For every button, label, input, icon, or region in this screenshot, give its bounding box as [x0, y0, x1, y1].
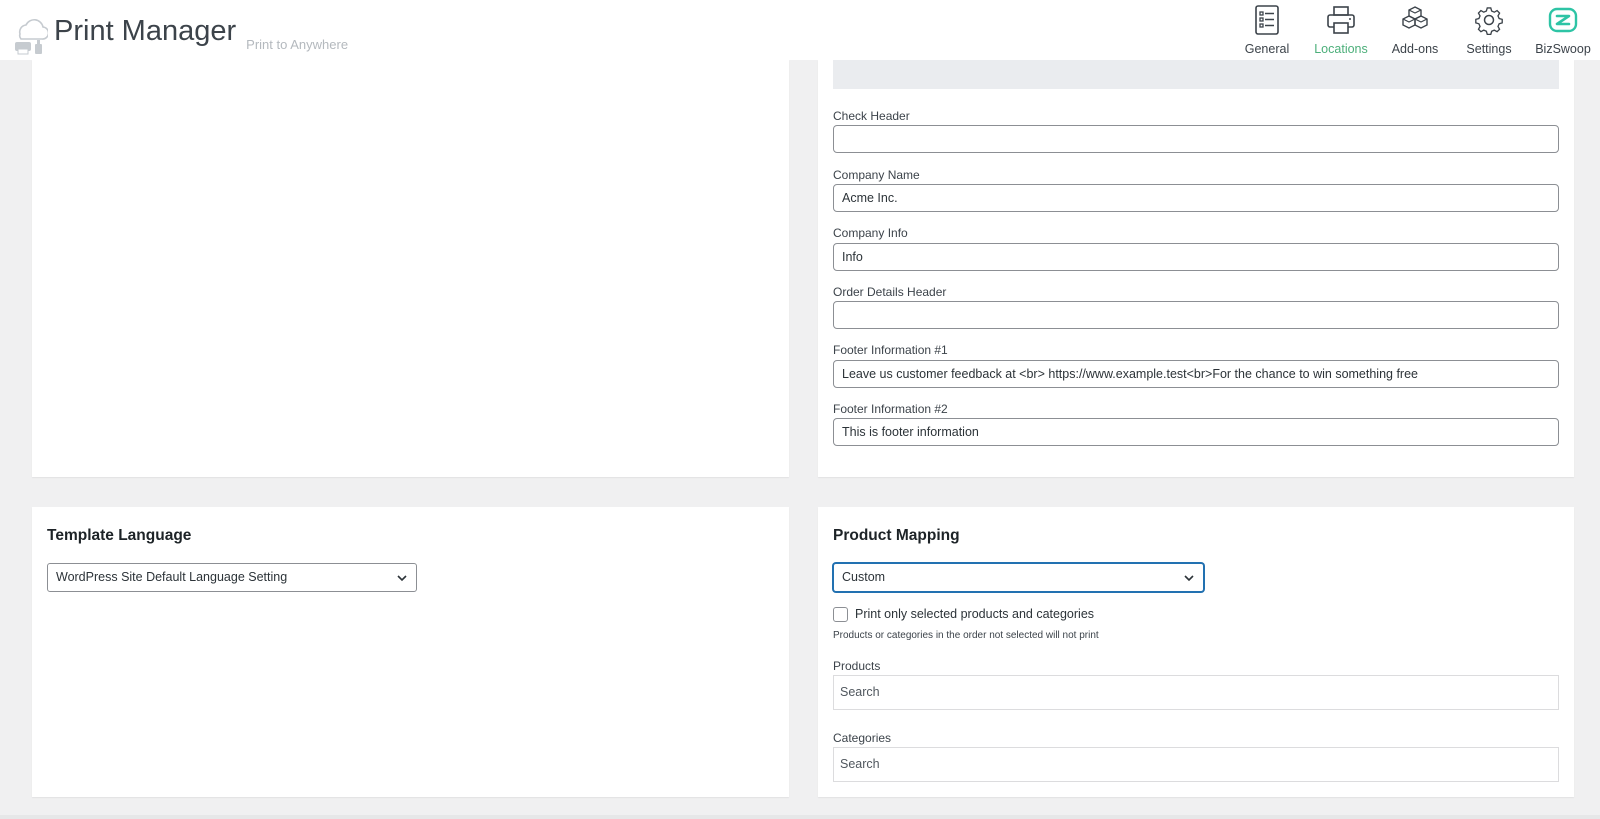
nav-general[interactable]: General [1230, 0, 1304, 60]
app-subtitle: Print to Anywhere [246, 37, 349, 52]
bottom-divider [0, 815, 1600, 819]
nav-add-ons[interactable]: Add-ons [1378, 0, 1452, 60]
app-title: Print Manager [54, 15, 237, 47]
footer-2-input[interactable]: This is footer information [833, 418, 1559, 446]
footer-1-label: Footer Information #1 [833, 343, 948, 357]
bizswoop-logo-icon [1548, 7, 1578, 33]
check-header-input[interactable] [833, 125, 1559, 153]
product-mapping-value: Custom [842, 570, 886, 584]
categories-label: Categories [833, 731, 892, 745]
footer-2-label: Footer Information #2 [833, 402, 948, 416]
nav-locations[interactable]: Locations [1304, 0, 1378, 60]
products-search-input[interactable]: Search [833, 675, 1559, 710]
nav-bizswoop[interactable]: BizSwoop [1526, 0, 1600, 60]
print-selected-checkbox[interactable] [833, 607, 848, 622]
template-language-value: WordPress Site Default Language Setting [56, 570, 288, 584]
template-language-select[interactable]: WordPress Site Default Language Setting [47, 563, 417, 592]
categories-search-input[interactable]: Search [833, 747, 1559, 782]
template-fields-panel: Check Header Company Name Acme Inc. Comp… [818, 60, 1574, 477]
check-header-label: Check Header [833, 109, 910, 123]
order-details-header-label: Order Details Header [833, 285, 947, 299]
brand: Print Manager Print to Anywhere [12, 4, 348, 56]
nav-label: Settings [1466, 42, 1512, 56]
products-label: Products [833, 659, 881, 673]
order-details-header-input[interactable] [833, 301, 1559, 329]
printer-icon [1327, 6, 1355, 34]
chevron-down-icon [397, 575, 407, 582]
nav-label: BizSwoop [1535, 42, 1591, 56]
list-icon [1255, 5, 1279, 35]
nav-label: Locations [1314, 42, 1368, 56]
nav-label: General [1244, 42, 1290, 56]
product-mapping-title: Product Mapping [833, 527, 960, 544]
product-mapping-select[interactable]: Custom [833, 563, 1204, 592]
company-info-input[interactable]: Info [833, 243, 1559, 271]
company-info-label: Company Info [833, 226, 908, 240]
nav-settings[interactable]: Settings [1452, 0, 1526, 60]
top-header: Print Manager Print to Anywhere General [0, 0, 1600, 60]
company-name-input[interactable]: Acme Inc. [833, 184, 1559, 212]
panel-left-top [32, 60, 789, 477]
preview-strip [833, 60, 1559, 89]
print-selected-hint: Products or categories in the order not … [833, 630, 1099, 641]
print-selected-label[interactable]: Print only selected products and categor… [855, 607, 1094, 621]
print-cloud-logo-icon [15, 19, 48, 55]
template-language-panel: Template Language WordPress Site Default… [32, 507, 789, 797]
footer-1-input[interactable]: Leave us customer feedback at <br> https… [833, 360, 1559, 388]
template-language-title: Template Language [47, 527, 192, 544]
product-mapping-panel: Product Mapping Custom Print only select… [818, 507, 1574, 797]
main-nav: General Locations Add-ons Settings BizSw… [1230, 0, 1600, 60]
gear-icon [1475, 7, 1503, 36]
company-name-label: Company Name [833, 168, 920, 182]
nav-label: Add-ons [1391, 42, 1439, 56]
cubes-icon [1402, 6, 1428, 29]
chevron-down-icon [1184, 575, 1194, 582]
